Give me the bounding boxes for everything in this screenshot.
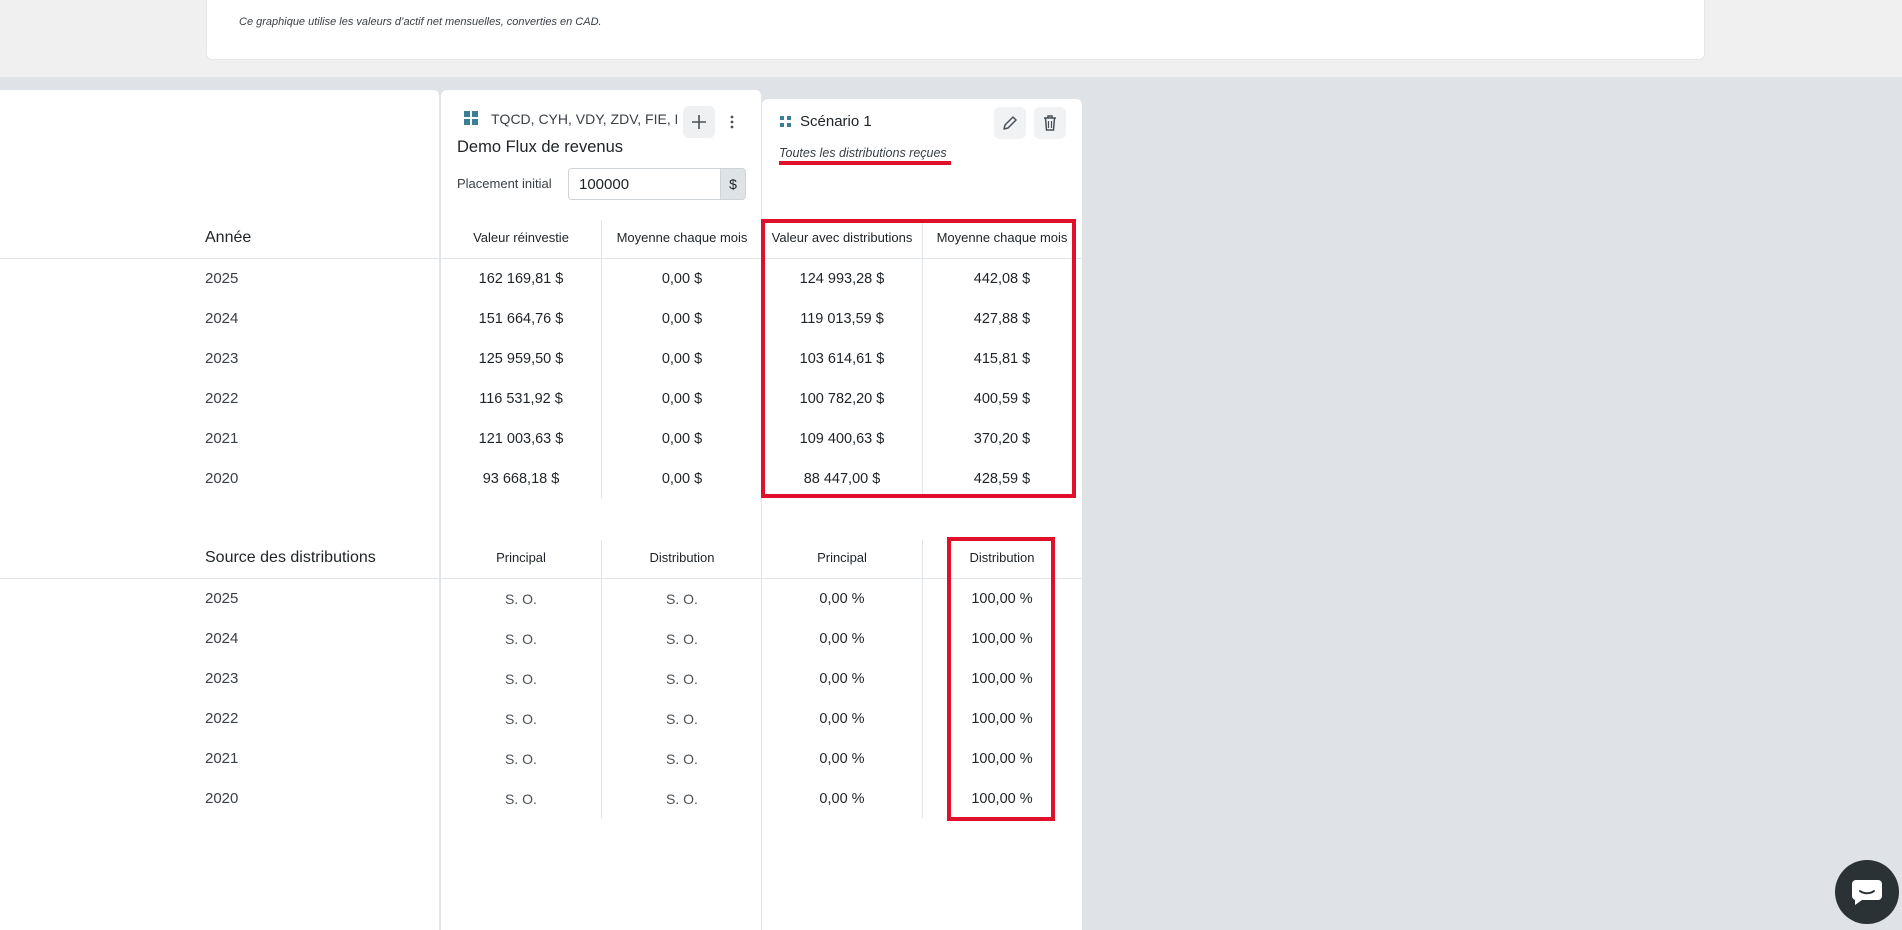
drag-handle-icon[interactable] bbox=[780, 116, 792, 128]
table-cell: S. O. bbox=[666, 711, 698, 727]
plus-icon bbox=[692, 115, 706, 129]
table-cell: 0,00 % bbox=[819, 631, 865, 647]
table-cell: 0,00 % bbox=[819, 671, 865, 687]
more-vertical-icon bbox=[730, 115, 734, 129]
table-cell: S. O. bbox=[505, 671, 537, 687]
table-cell: 0,00 $ bbox=[661, 431, 703, 447]
table-cell: S. O. bbox=[505, 591, 537, 607]
pencil-icon bbox=[1003, 116, 1017, 130]
edit-scenario-button[interactable] bbox=[994, 107, 1026, 139]
table-cell: S. O. bbox=[666, 751, 698, 767]
table-cell: 93 668,18 $ bbox=[482, 471, 560, 487]
fund-title: Demo Flux de revenus bbox=[457, 138, 623, 156]
table-cell: 0,00 % bbox=[819, 591, 865, 607]
values-col-header: Moyenne chaque mois bbox=[616, 230, 748, 245]
initial-investment-input[interactable] bbox=[568, 168, 720, 200]
fund-grid-icon bbox=[464, 111, 478, 125]
table-cell: 0,00 $ bbox=[661, 391, 703, 407]
table-cell: 0,00 % bbox=[819, 791, 865, 807]
delete-scenario-button[interactable] bbox=[1034, 107, 1066, 139]
table-row-year: 2022 bbox=[205, 390, 239, 407]
table-row-year: 2023 bbox=[205, 350, 239, 367]
table-cell: 0,00 % bbox=[819, 751, 865, 767]
table-row-year: 2021 bbox=[205, 750, 239, 767]
table-row-year: 2024 bbox=[205, 630, 239, 647]
table-cell: 121 003,63 $ bbox=[478, 431, 564, 447]
table-cell: 0,00 $ bbox=[661, 471, 703, 487]
source-header-divider bbox=[0, 578, 1082, 579]
table-row-year: 2021 bbox=[205, 430, 239, 447]
values-highlight-box bbox=[761, 219, 1076, 498]
table-cell: S. O. bbox=[505, 751, 537, 767]
table-row-year: 2020 bbox=[205, 470, 239, 487]
table-cell: 116 531,92 $ bbox=[479, 391, 563, 407]
table-row-year: 2025 bbox=[205, 270, 239, 287]
fund-menu-button[interactable] bbox=[716, 106, 748, 138]
chart-card: Ce graphique utilise les valeurs d’actif… bbox=[206, 0, 1705, 60]
table-cell: 151 664,76 $ bbox=[478, 311, 564, 327]
chat-button[interactable] bbox=[1835, 860, 1899, 924]
trash-icon bbox=[1044, 115, 1056, 131]
table-cell: 0,00 % bbox=[819, 711, 865, 727]
table-cell: 0,00 $ bbox=[661, 351, 703, 367]
table-cell: S. O. bbox=[505, 711, 537, 727]
table-cell: 162 169,81 $ bbox=[478, 271, 564, 287]
chart-note: Ce graphique utilise les valeurs d’actif… bbox=[239, 16, 602, 28]
source-section-title: Source des distributions bbox=[205, 549, 376, 566]
chat-bubble-icon bbox=[1852, 880, 1882, 905]
table-cell: S. O. bbox=[666, 591, 698, 607]
source-col-header: Principal bbox=[817, 550, 867, 565]
add-fund-button[interactable] bbox=[683, 106, 715, 138]
table-cell: 125 959,50 $ bbox=[478, 351, 564, 367]
distribution-highlight-box bbox=[947, 537, 1055, 821]
scenario-title: Scénario 1 bbox=[800, 113, 872, 130]
table-cell: S. O. bbox=[505, 631, 537, 647]
subtitle-highlight bbox=[779, 161, 951, 165]
table-row-year: 2023 bbox=[205, 670, 239, 687]
fund-tickers: TQCD, CYH, VDY, ZDV, FIE, PDC bbox=[491, 111, 677, 127]
values-col-header: Valeur réinvestie bbox=[473, 230, 569, 245]
table-cell: 0,00 $ bbox=[661, 311, 703, 327]
table-cell: S. O. bbox=[666, 791, 698, 807]
table-cell: S. O. bbox=[666, 631, 698, 647]
table-row-year: 2022 bbox=[205, 710, 239, 727]
table-cell: S. O. bbox=[666, 671, 698, 687]
year-column-header: Année bbox=[205, 229, 252, 246]
table-row-year: 2020 bbox=[205, 790, 239, 807]
scenario-subtitle: Toutes les distributions reçues bbox=[779, 146, 947, 160]
source-col-header: Distribution bbox=[649, 550, 715, 565]
table-row-year: 2025 bbox=[205, 590, 239, 607]
table-cell: S. O. bbox=[505, 791, 537, 807]
source-col-header: Principal bbox=[496, 550, 546, 565]
table-row-year: 2024 bbox=[205, 310, 239, 327]
table-cell: 0,00 $ bbox=[661, 271, 703, 287]
initial-investment-label: Placement initial bbox=[457, 176, 552, 191]
currency-suffix: $ bbox=[720, 168, 746, 200]
